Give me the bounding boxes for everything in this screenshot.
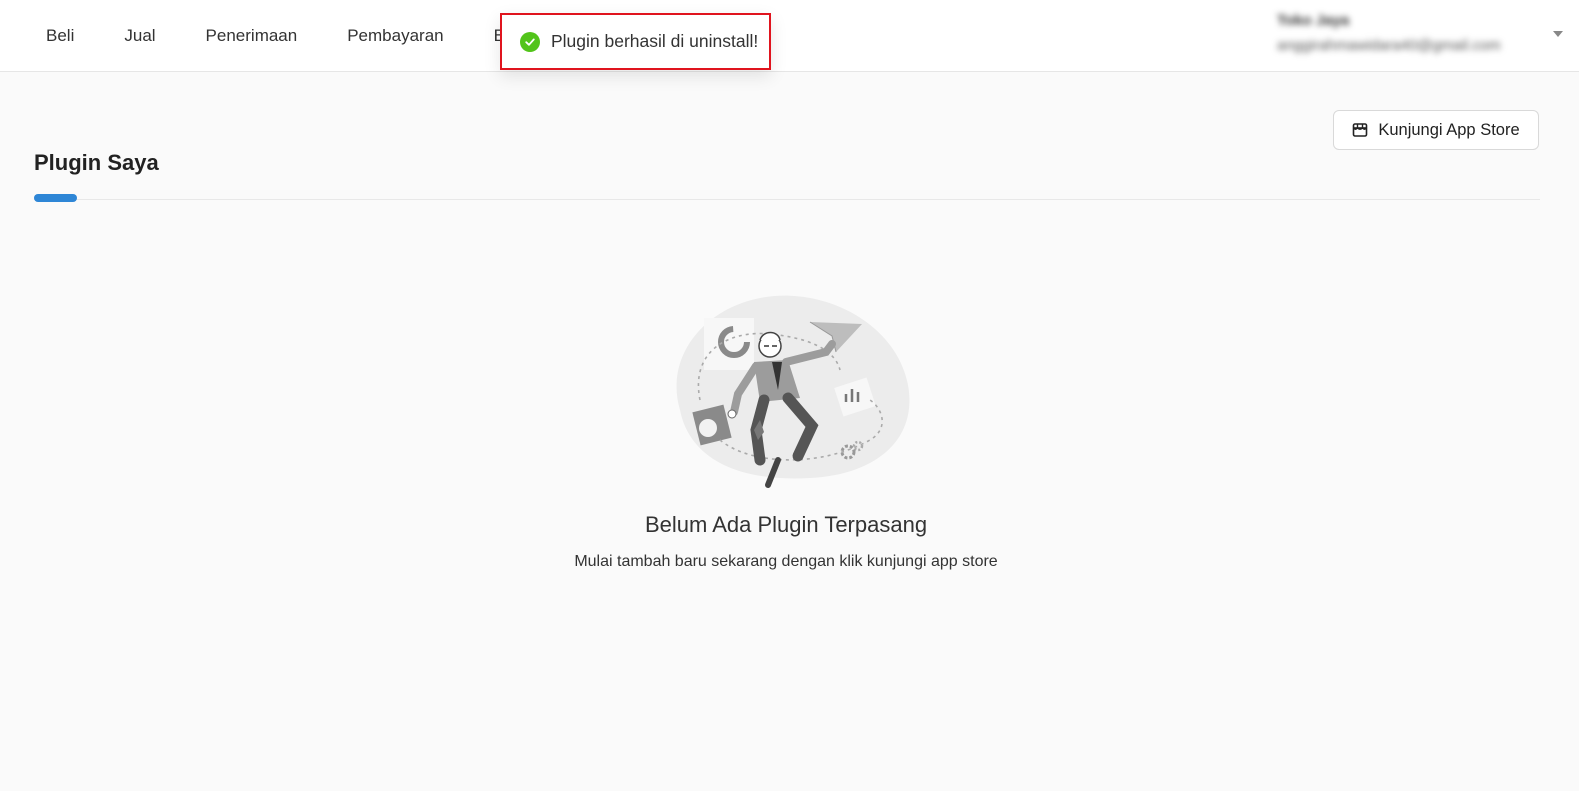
- empty-state-title: Belum Ada Plugin Terpasang: [644, 512, 928, 537]
- user-menu[interactable]: Toko Jaya anggirahmawidara40@gmail.com: [1277, 12, 1527, 54]
- nav-item-beli[interactable]: Beli: [46, 26, 74, 46]
- main-nav: Beli Jual Penerimaan Pembayaran Bia: [46, 0, 518, 72]
- visit-app-store-button[interactable]: Kunjungi App Store: [1333, 110, 1539, 150]
- tab-divider: [34, 199, 1540, 200]
- check-circle-icon: [520, 31, 540, 52]
- tab-active-indicator: [34, 194, 77, 202]
- success-toast: Plugin berhasil di uninstall!: [500, 13, 771, 70]
- user-name: Toko Jaya: [1277, 12, 1350, 29]
- top-navbar: Beli Jual Penerimaan Pembayaran Bia Toko…: [0, 0, 1579, 72]
- empty-state-subtitle: Mulai tambah baru sekarang dengan klik k…: [574, 553, 998, 570]
- nav-item-jual[interactable]: Jual: [124, 26, 155, 46]
- store-button-label: Kunjungi App Store: [1378, 120, 1520, 139]
- nav-item-penerimaan[interactable]: Penerimaan: [206, 26, 298, 46]
- user-email: anggirahmawidara40@gmail.com: [1277, 37, 1501, 54]
- empty-state-illustration: [676, 295, 910, 488]
- chevron-down-icon[interactable]: [1553, 31, 1563, 37]
- store-icon: [1352, 122, 1368, 138]
- toast-message: Plugin berhasil di uninstall!: [551, 31, 759, 51]
- page-title: Plugin Saya: [34, 150, 159, 175]
- nav-item-pembayaran[interactable]: Pembayaran: [347, 26, 443, 46]
